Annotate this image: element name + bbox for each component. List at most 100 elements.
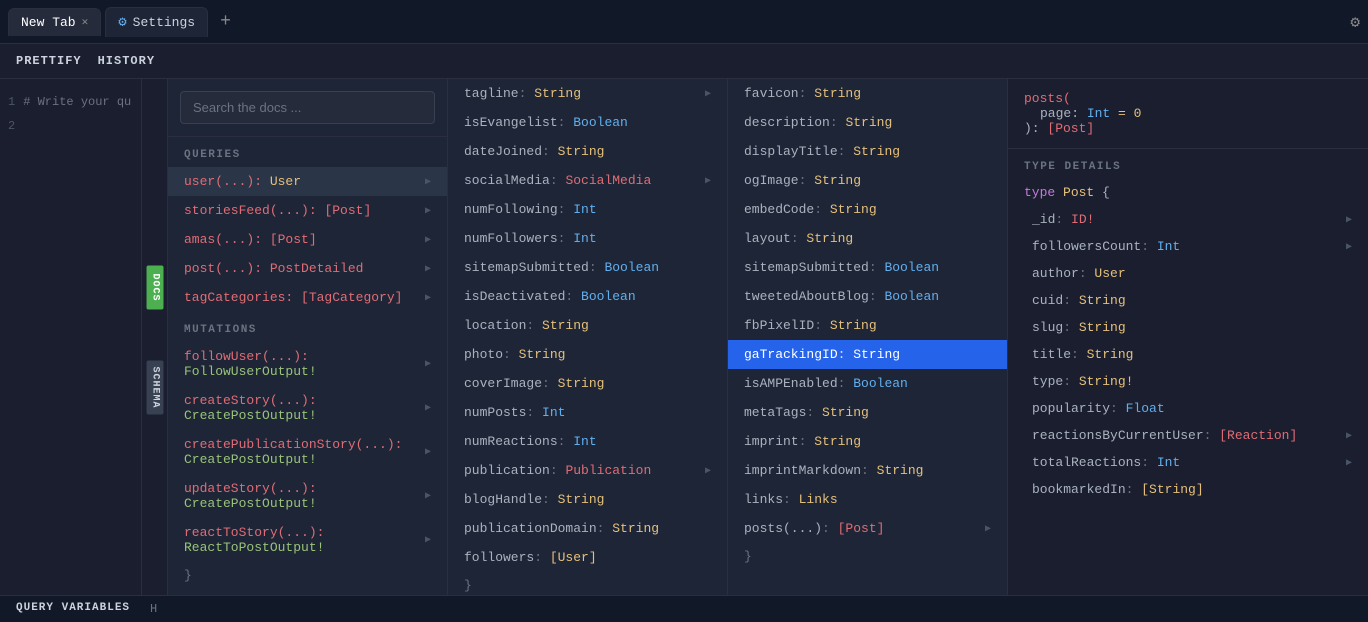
type-header: posts( page: Int = 0 ): [Post]: [1008, 79, 1368, 149]
schema-user-field[interactable]: location: String: [448, 311, 727, 340]
schema-user-field[interactable]: numFollowers: Int: [448, 224, 727, 253]
mutations-section-label: MUTATIONS: [168, 312, 447, 342]
bottom-bar: QUERY VARIABLES H: [0, 595, 1368, 622]
query-sf-name: storiesFeed(...):: [184, 203, 324, 218]
query-tc-name: tagCategories:: [184, 290, 301, 305]
schema-user-field[interactable]: publication: Publication▶: [448, 456, 727, 485]
editor-line-1[interactable]: # Write your qu: [23, 95, 131, 109]
type-detail-field[interactable]: _id: ID!▶: [1008, 206, 1368, 233]
type-detail-field[interactable]: slug: String: [1008, 314, 1368, 341]
query-amas-name: amas(...):: [184, 232, 270, 247]
chevron-icon: ▶: [425, 490, 431, 502]
query-item-user[interactable]: user(...): User ▶: [168, 167, 447, 196]
schema-user-field[interactable]: isEvangelist: Boolean: [448, 108, 727, 137]
type-fn-return: [Post]: [1047, 121, 1094, 136]
type-detail-field[interactable]: title: String: [1008, 341, 1368, 368]
query-post-type: PostDetailed: [270, 261, 364, 276]
query-item-tagcategories[interactable]: tagCategories: [TagCategory] ▶: [168, 283, 447, 312]
type-detail-field[interactable]: type: String!: [1008, 368, 1368, 395]
tab-close-icon[interactable]: ✕: [82, 15, 89, 29]
query-item-post[interactable]: post(...): PostDetailed ▶: [168, 254, 447, 283]
type-details-label: TYPE DETAILS: [1008, 149, 1368, 179]
query-variables-label[interactable]: QUERY VARIABLES: [16, 602, 130, 616]
docs-search-input[interactable]: [180, 91, 435, 124]
schema-pub-field[interactable]: tweetedAboutBlog: Boolean: [728, 282, 1007, 311]
schema-pub-field[interactable]: imprintMarkdown: String: [728, 456, 1007, 485]
docs-side-tab[interactable]: DOCS: [146, 265, 163, 309]
chevron-icon: ▶: [425, 446, 431, 458]
mutation-item-updatestory[interactable]: updateStory(...): CreatePostOutput! ▶: [168, 474, 447, 518]
prettify-button[interactable]: PRETTIFY: [16, 52, 82, 70]
type-detail-field[interactable]: bookmarkedIn: [String]: [1008, 476, 1368, 503]
schema-user-field[interactable]: photo: String: [448, 340, 727, 369]
user-brace-close: }: [448, 572, 727, 595]
schema-pub-field[interactable]: posts(...): [Post]▶: [728, 514, 1007, 543]
schema-pub-field[interactable]: fbPixelID: String: [728, 311, 1007, 340]
line-number-1: 1: [8, 95, 15, 109]
line-number-2: 2: [8, 119, 15, 133]
schema-user-field[interactable]: numFollowing: Int: [448, 195, 727, 224]
schema-pub-field[interactable]: embedCode: String: [728, 195, 1007, 224]
schema-user-field[interactable]: sitemapSubmitted: Boolean: [448, 253, 727, 282]
type-detail-field[interactable]: popularity: Float: [1008, 395, 1368, 422]
schema-pub-field[interactable]: links: Links: [728, 485, 1007, 514]
schema-user-field[interactable]: numPosts: Int: [448, 398, 727, 427]
schema-user-field[interactable]: coverImage: String: [448, 369, 727, 398]
schema-pub-field[interactable]: ogImage: String: [728, 166, 1007, 195]
schema-user-field[interactable]: blogHandle: String: [448, 485, 727, 514]
schema-pub-field[interactable]: metaTags: String: [728, 398, 1007, 427]
query-tc-type: [TagCategory]: [301, 290, 402, 305]
schema-user-field[interactable]: isDeactivated: Boolean: [448, 282, 727, 311]
schema-pub-field[interactable]: imprint: String: [728, 427, 1007, 456]
type-detail-field[interactable]: cuid: String: [1008, 287, 1368, 314]
mutation-item-createpubstory[interactable]: createPublicationStory(...): CreatePostO…: [168, 430, 447, 474]
type-detail-field[interactable]: author: User: [1008, 260, 1368, 287]
type-detail-field[interactable]: reactionsByCurrentUser: [Reaction]▶: [1008, 422, 1368, 449]
schema-user-col: tagline: String▶isEvangelist: Booleandat…: [448, 79, 728, 595]
mutation-item-reacttostory[interactable]: reactToStory(...): ReactToPostOutput! ▶: [168, 518, 447, 562]
mut-rts-type: ReactToPostOutput!: [184, 540, 324, 555]
mutation-item-followuser[interactable]: followUser(...): FollowUserOutput! ▶: [168, 342, 447, 386]
schema-user-field[interactable]: numReactions: Int: [448, 427, 727, 456]
type-details-panel: posts( page: Int = 0 ): [Post] TYPE DETA…: [1008, 79, 1368, 595]
pub-brace-close: }: [728, 543, 1007, 570]
type-param-val: = 0: [1110, 106, 1141, 121]
schema-pub-field[interactable]: description: String: [728, 108, 1007, 137]
tab-settings[interactable]: ⚙ Settings: [105, 7, 208, 37]
closing-brace: }: [168, 562, 447, 589]
schema-pub-field[interactable]: gaTrackingID: String: [728, 340, 1007, 369]
mut-cps-name: createPublicationStory(...):: [184, 437, 402, 452]
mut-us-type: CreatePostOutput!: [184, 496, 317, 511]
schema-user-field[interactable]: followers: [User]: [448, 543, 727, 572]
tab-new-tab[interactable]: New Tab ✕: [8, 8, 101, 36]
mutation-item-createstory[interactable]: createStory(...): CreatePostOutput! ▶: [168, 386, 447, 430]
schema-pub-field[interactable]: layout: String: [728, 224, 1007, 253]
query-sf-type: [Post]: [324, 203, 371, 218]
schema-publication-col: favicon: Stringdescription: Stringdispla…: [728, 79, 1008, 595]
history-button[interactable]: HISTORY: [98, 52, 155, 70]
main-gear-icon[interactable]: ⚙: [1350, 12, 1360, 32]
schema-pub-field[interactable]: favicon: String: [728, 79, 1007, 108]
query-amas-type: [Post]: [270, 232, 317, 247]
query-item-amas[interactable]: amas(...): [Post] ▶: [168, 225, 447, 254]
new-tab-button[interactable]: +: [212, 8, 239, 36]
schema-side-tab[interactable]: SCHEMA: [146, 360, 163, 414]
type-fn-name: posts(: [1024, 91, 1071, 106]
schema-pub-field[interactable]: sitemapSubmitted: Boolean: [728, 253, 1007, 282]
headers-label[interactable]: H: [150, 602, 157, 616]
type-definition: type Post {: [1008, 179, 1368, 206]
schema-pub-field[interactable]: displayTitle: String: [728, 137, 1007, 166]
mut-cs-type: CreatePostOutput!: [184, 408, 317, 423]
schema-user-field[interactable]: publicationDomain: String: [448, 514, 727, 543]
gear-icon: ⚙: [118, 14, 126, 31]
schema-user-field[interactable]: tagline: String▶: [448, 79, 727, 108]
schema-user-field[interactable]: dateJoined: String: [448, 137, 727, 166]
schema-pub-field[interactable]: isAMPEnabled: Boolean: [728, 369, 1007, 398]
schema-user-field[interactable]: socialMedia: SocialMedia▶: [448, 166, 727, 195]
toolbar: PRETTIFY HISTORY: [0, 44, 1368, 79]
type-detail-field[interactable]: totalReactions: Int▶: [1008, 449, 1368, 476]
type-fn-close: ):: [1024, 121, 1047, 136]
type-detail-field[interactable]: followersCount: Int▶: [1008, 233, 1368, 260]
query-item-storiesfeed[interactable]: storiesFeed(...): [Post] ▶: [168, 196, 447, 225]
tab-settings-label: Settings: [133, 15, 195, 30]
